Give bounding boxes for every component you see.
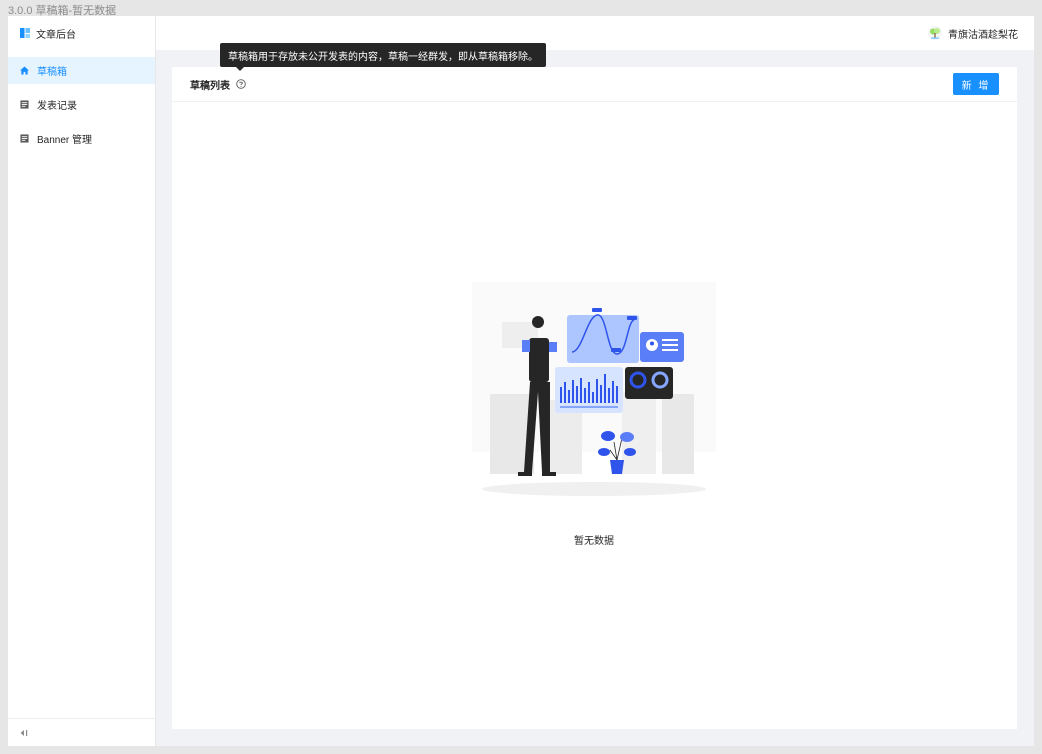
sidebar-item-drafts[interactable]: 草稿箱 bbox=[8, 57, 155, 84]
brand[interactable]: 文章后台 bbox=[8, 16, 155, 50]
new-draft-button[interactable]: 新 增 bbox=[953, 73, 999, 95]
document-icon bbox=[20, 134, 29, 143]
sidebar-item-banner[interactable]: Banner 管理 bbox=[8, 125, 155, 152]
card-title: 草稿列表 bbox=[190, 77, 246, 92]
document-icon bbox=[20, 100, 29, 109]
brand-label: 文章后台 bbox=[36, 29, 76, 41]
draft-list-card: 草稿列表 新 增 暂无数据 bbox=[172, 67, 1017, 729]
card-header: 草稿列表 新 增 bbox=[172, 67, 1017, 102]
sidebar-item-label: 草稿箱 bbox=[37, 67, 67, 78]
tree-avatar-icon[interactable] bbox=[928, 26, 942, 40]
empty-state: 暂无数据 bbox=[472, 282, 716, 547]
question-circle-icon[interactable] bbox=[236, 79, 246, 89]
card-title-text: 草稿列表 bbox=[190, 80, 230, 92]
empty-text: 暂无数据 bbox=[574, 536, 614, 547]
header-username[interactable]: 青旗沽酒趁梨花 bbox=[948, 26, 1018, 41]
sidebar-item-publish-records[interactable]: 发表记录 bbox=[8, 91, 155, 118]
sidebar: 文章后台 草稿箱 发表记录 Banner 管理 bbox=[8, 16, 156, 746]
main-area: 青旗沽酒趁梨花 草稿列表 新 增 暂无数据 bbox=[156, 16, 1034, 746]
empty-data-illustration bbox=[472, 282, 716, 496]
sidebar-item-label: 发表记录 bbox=[37, 101, 77, 112]
sidebar-footer bbox=[8, 718, 155, 746]
home-icon bbox=[20, 66, 29, 75]
app-window: 文章后台 草稿箱 发表记录 Banner 管理 青旗沽酒趁梨花 草稿列表 新 增… bbox=[8, 16, 1034, 746]
help-tooltip: 草稿箱用于存放未公开发表的内容，草稿一经群发，即从草稿箱移除。 bbox=[220, 43, 546, 71]
collapse-sidebar-icon[interactable] bbox=[20, 726, 29, 740]
sidebar-menu: 草稿箱 发表记录 Banner 管理 bbox=[8, 57, 155, 718]
sidebar-item-label: Banner 管理 bbox=[37, 135, 93, 146]
article-logo-icon bbox=[20, 28, 30, 38]
